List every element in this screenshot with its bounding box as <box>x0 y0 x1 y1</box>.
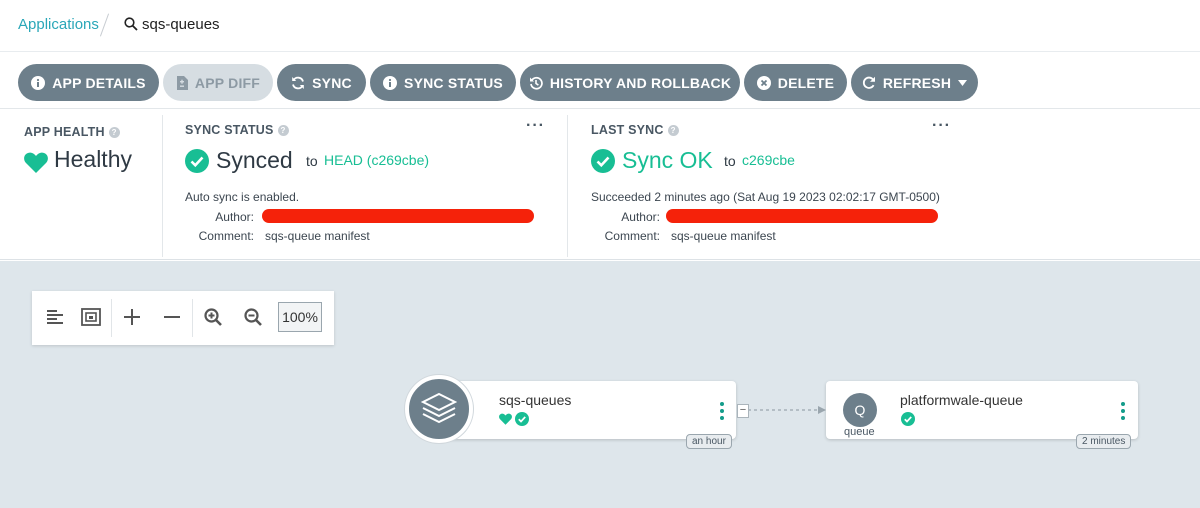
breadcrumb-separator <box>99 13 110 37</box>
toolbar-divider <box>111 299 112 337</box>
check-circle-icon <box>901 412 915 426</box>
breadcrumb-applications-link[interactable]: Applications <box>18 16 99 33</box>
queue-node-name: platformwale-queue <box>900 392 1023 408</box>
fit-screen-icon[interactable] <box>78 304 104 330</box>
app-details-button[interactable]: APP DETAILS <box>18 64 159 101</box>
toolbar-divider <box>192 299 193 337</box>
collapse-icon[interactable] <box>159 304 185 330</box>
sync-status-title: SYNC STATUS ? <box>185 123 289 137</box>
help-icon[interactable]: ? <box>667 124 679 136</box>
panel-divider <box>567 115 568 257</box>
caret-down-icon <box>958 79 968 86</box>
heart-icon <box>24 152 48 173</box>
zoom-in-icon[interactable] <box>200 304 226 330</box>
panel-divider <box>162 115 163 257</box>
last-sync-succeeded-text: Succeeded 2 minutes ago (Sat Aug 19 2023… <box>591 190 940 204</box>
expand-icon[interactable] <box>119 304 145 330</box>
resource-graph-canvas[interactable]: 100% sqs-queues − an hour Q queue platfo… <box>0 261 1200 508</box>
comment-label: Comment: <box>198 229 254 243</box>
sync-comment: sqs-queue manifest <box>265 229 370 243</box>
breadcrumb: Applications sqs-queues <box>0 0 1200 52</box>
sync-button[interactable]: SYNC <box>277 64 366 101</box>
last-sync-more-menu[interactable]: ··· <box>932 117 951 135</box>
align-left-icon[interactable] <box>42 304 68 330</box>
sync-status-value: Synced <box>216 147 293 173</box>
redacted-author <box>666 209 938 223</box>
app-diff-label: APP DIFF <box>194 74 261 91</box>
queue-node-platformwale-queue[interactable]: Q queue platformwale-queue <box>826 381 1138 439</box>
app-health-title: APP HEALTH ? <box>24 125 120 139</box>
history-rollback-label: HISTORY AND ROLLBACK <box>549 74 732 91</box>
refresh-icon <box>862 76 875 89</box>
redacted-author <box>262 209 534 223</box>
sync-icon <box>292 76 305 89</box>
check-circle-icon <box>185 149 209 173</box>
app-node-age-badge: an hour <box>686 434 732 449</box>
sync-status-label: SYNC STATUS <box>404 74 503 91</box>
sync-revision-link[interactable]: HEAD (c269cbe) <box>324 152 429 168</box>
zoom-level-display: 100% <box>278 302 322 332</box>
heart-icon <box>499 413 512 425</box>
queue-node-age-badge: 2 minutes <box>1076 434 1132 449</box>
info-icon <box>383 75 398 90</box>
app-health-value: Healthy <box>54 146 132 172</box>
delete-label: DELETE <box>777 74 835 91</box>
author-label: Author: <box>621 210 660 224</box>
history-icon <box>529 76 543 90</box>
refresh-button[interactable]: REFRESH <box>851 64 978 101</box>
check-circle-icon <box>515 412 529 426</box>
check-circle-icon <box>591 149 615 173</box>
app-diff-button[interactable]: APP DIFF <box>163 64 273 101</box>
sync-status-more-menu[interactable]: ··· <box>526 117 545 135</box>
help-icon[interactable]: ? <box>108 126 120 138</box>
status-panels: APP HEALTH ? Healthy SYNC STATUS ? ··· S… <box>0 110 1200 260</box>
author-label: Author: <box>215 210 254 224</box>
node-connector-edge <box>748 406 826 414</box>
breadcrumb-current-app: sqs-queues <box>142 16 220 33</box>
app-node-menu-icon[interactable] <box>719 402 725 423</box>
file-diff-icon <box>176 75 188 90</box>
delete-icon <box>756 75 771 90</box>
last-sync-to-text: to <box>724 153 736 169</box>
delete-button[interactable]: DELETE <box>744 64 847 101</box>
app-details-label: APP DETAILS <box>52 74 146 91</box>
app-stack-icon <box>405 375 473 443</box>
last-sync-title: LAST SYNC ? <box>591 123 679 137</box>
search-icon <box>124 17 138 31</box>
app-node-name: sqs-queues <box>499 392 572 408</box>
sync-status-button[interactable]: SYNC STATUS <box>370 64 516 101</box>
sync-label: SYNC <box>312 74 352 91</box>
refresh-label: REFRESH <box>882 74 952 91</box>
last-sync-value: Sync OK <box>622 147 713 173</box>
last-sync-revision-link[interactable]: c269cbe <box>742 152 795 168</box>
queue-kind-icon: Q <box>843 393 877 427</box>
zoom-out-icon[interactable] <box>240 304 266 330</box>
auto-sync-text: Auto sync is enabled. <box>185 190 300 204</box>
graph-toolbar: 100% <box>32 291 334 345</box>
history-rollback-button[interactable]: HISTORY AND ROLLBACK <box>520 64 740 101</box>
queue-node-menu-icon[interactable] <box>1120 402 1126 423</box>
collapse-children-toggle[interactable]: − <box>737 404 749 418</box>
help-icon[interactable]: ? <box>277 124 289 136</box>
action-toolbar: APP DETAILS APP DIFF SYNC SYNC STATUS HI… <box>0 53 1200 109</box>
queue-kind-label: queue <box>844 426 875 438</box>
app-node-sqs-queues[interactable]: sqs-queues <box>436 381 736 439</box>
sync-to-text: to <box>306 153 318 169</box>
comment-label: Comment: <box>604 229 660 243</box>
last-sync-comment: sqs-queue manifest <box>671 229 776 243</box>
info-icon <box>31 75 46 90</box>
